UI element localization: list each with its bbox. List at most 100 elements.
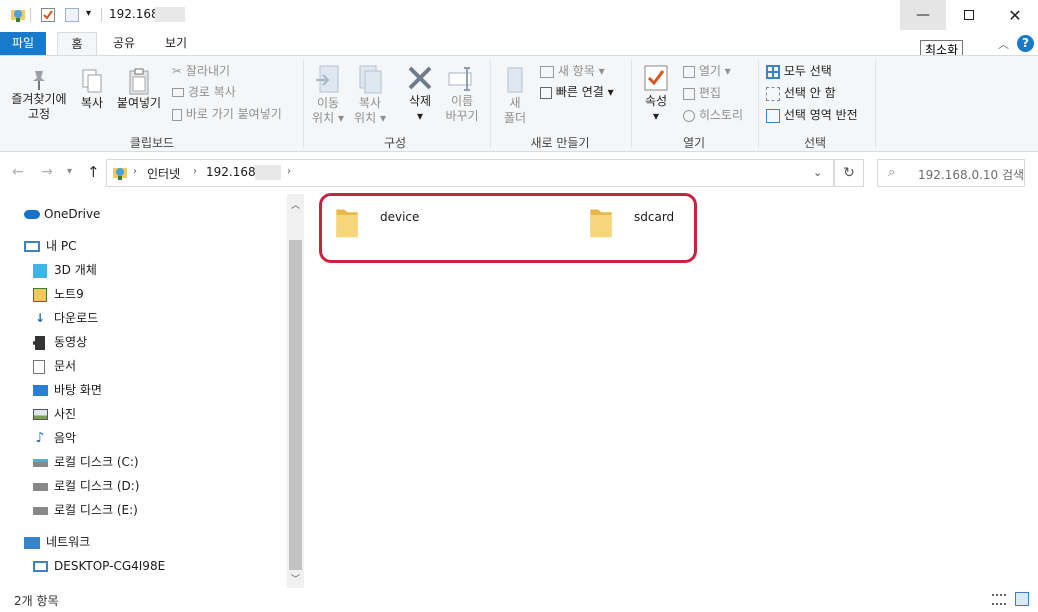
picture-icon xyxy=(33,409,48,420)
select-all-button[interactable]: 모두 선택 xyxy=(766,63,832,79)
copy-to-button[interactable]: 복사 위치 ▾ xyxy=(350,64,390,126)
help-icon[interactable]: ? xyxy=(1017,35,1034,52)
copy-path-label: 경로 복사 xyxy=(187,85,236,99)
copy-path-button[interactable]: 경로 복사 xyxy=(172,84,236,100)
folder-item-sdcard[interactable]: sdcard xyxy=(584,202,694,250)
close-button[interactable]: ✕ xyxy=(992,0,1038,30)
nav-item-drive-d[interactable]: 로컬 디스크 (D:) xyxy=(33,475,139,497)
divider xyxy=(101,8,102,22)
nav-pane-scrollbar[interactable]: ︿ ﹀ xyxy=(287,194,304,588)
nav-item-drive-c[interactable]: 로컬 디스크 (C:) xyxy=(33,451,139,473)
invert-selection-button[interactable]: 선택 영역 반전 xyxy=(766,107,858,123)
maximize-icon xyxy=(964,10,974,20)
move-to-label-2: 위치 ▾ xyxy=(312,111,344,125)
select-none-label: 선택 안 함 xyxy=(783,86,836,100)
paste-shortcut-label: 바로 가기 붙여넣기 xyxy=(185,107,282,121)
breadcrumb-separator-icon[interactable]: › xyxy=(133,166,137,177)
tab-share[interactable]: 공유 xyxy=(104,32,144,55)
nav-item-drive-e[interactable]: 로컬 디스크 (E:) xyxy=(33,499,138,521)
search-box[interactable]: ⌕ 192.168.0.10 검색 xyxy=(877,159,1025,187)
delete-dropdown-icon[interactable]: ▾ xyxy=(400,109,440,124)
copy-to-label-2: 위치 ▾ xyxy=(354,111,386,125)
easy-access-button[interactable]: 빠른 연결 ▾ xyxy=(540,84,614,100)
properties-check-icon[interactable] xyxy=(40,7,56,23)
nav-item-note9[interactable]: 노트9 xyxy=(33,283,84,305)
address-bar[interactable]: › 인터넷 › 192.168. › ⌄ xyxy=(106,159,834,187)
paste-button[interactable]: 붙여넣기 xyxy=(112,68,166,111)
large-icons-view-icon[interactable] xyxy=(1015,592,1029,606)
nav-label: 로컬 디스크 (C:) xyxy=(54,455,139,469)
nav-item-3d-objects[interactable]: 3D 개체 xyxy=(33,259,97,281)
tab-file[interactable]: 파일 xyxy=(0,32,46,55)
scroll-down-icon[interactable]: ﹀ xyxy=(291,572,300,585)
nav-item-music[interactable]: ♪ 음악 xyxy=(33,427,77,449)
history-label: 히스토리 xyxy=(698,108,743,122)
invert-selection-icon xyxy=(766,108,780,123)
redacted-block xyxy=(155,7,185,22)
cloud-icon xyxy=(24,210,40,219)
tab-home[interactable]: 홈 xyxy=(57,32,97,55)
customize-toolbar-chevron-icon[interactable]: ▾ xyxy=(86,8,91,19)
group-separator xyxy=(303,60,304,148)
tab-view[interactable]: 보기 xyxy=(156,32,196,55)
nav-item-desktop-pc[interactable]: DESKTOP-CG4I98E xyxy=(33,555,165,577)
copy-button[interactable]: 복사 xyxy=(74,68,110,111)
nav-label: 3D 개체 xyxy=(54,263,97,277)
select-none-button[interactable]: 선택 안 함 xyxy=(766,85,836,101)
copy-to-icon xyxy=(359,65,382,94)
title-bar: ▾ 192.168. — ✕ xyxy=(0,0,1038,32)
nav-item-onedrive[interactable]: OneDrive xyxy=(24,203,100,225)
collapse-ribbon-icon[interactable]: ︿ xyxy=(998,36,1009,52)
refresh-icon: ↻ xyxy=(843,165,855,181)
nav-item-network[interactable]: 네트워크 xyxy=(24,531,90,553)
rename-button[interactable]: 이름 바꾸기 xyxy=(442,64,482,124)
cut-button[interactable]: ✂ 잘라내기 xyxy=(172,63,230,79)
delete-label: 삭제 xyxy=(408,94,432,108)
breadcrumb-separator-icon[interactable]: › xyxy=(193,166,197,177)
new-folder-icon[interactable] xyxy=(64,7,80,23)
pin-quick-access-button[interactable]: 즐겨찾기에 고정 xyxy=(6,68,72,122)
scrollbar-thumb[interactable] xyxy=(289,240,302,570)
nav-item-videos[interactable]: 동영상 xyxy=(33,331,87,353)
move-to-button[interactable]: 이동 위치 ▾ xyxy=(310,64,346,126)
search-placeholder[interactable]: 192.168.0.10 검색 xyxy=(918,166,1024,183)
properties-button[interactable]: 속성 ▾ xyxy=(638,64,674,124)
breadcrumb-internet[interactable]: 인터넷 xyxy=(147,165,180,182)
address-history-chevron-icon[interactable]: ⌄ xyxy=(813,166,822,179)
refresh-button[interactable]: ↻ xyxy=(834,159,864,187)
nav-item-downloads[interactable]: ↓ 다운로드 xyxy=(33,307,98,329)
up-arrow-icon[interactable]: ↑ xyxy=(87,163,100,181)
nav-item-desktop[interactable]: 바탕 화면 xyxy=(33,379,102,401)
nav-item-documents[interactable]: 문서 xyxy=(33,355,76,377)
forward-arrow-icon[interactable]: → xyxy=(41,164,53,180)
folder-item-device[interactable]: device xyxy=(330,202,440,250)
clipboard-group-label: 클립보드 xyxy=(129,136,175,150)
recent-locations-chevron-icon[interactable]: ▾ xyxy=(67,166,72,177)
properties-dropdown-icon[interactable]: ▾ xyxy=(638,109,674,124)
nav-item-pictures[interactable]: 사진 xyxy=(33,403,76,425)
breadcrumb-separator-icon[interactable]: › xyxy=(287,166,291,177)
new-folder-button[interactable]: 새 폴더 xyxy=(498,64,532,126)
search-icon: ⌕ xyxy=(888,165,896,180)
breadcrumb-host[interactable]: 192.168. xyxy=(206,165,259,179)
paste-shortcut-button[interactable]: 바로 가기 붙여넣기 xyxy=(172,106,282,122)
minimize-button[interactable]: — xyxy=(900,0,946,30)
edit-button[interactable]: 편집 xyxy=(683,85,721,101)
nav-label: 내 PC xyxy=(46,239,77,253)
document-icon xyxy=(33,359,45,374)
drive-icon xyxy=(33,506,48,515)
nav-label: 음악 xyxy=(54,431,77,445)
details-view-icon[interactable] xyxy=(992,594,1006,605)
delete-button[interactable]: 삭제 ▾ xyxy=(400,64,440,124)
close-icon: ✕ xyxy=(1008,5,1022,25)
maximize-button[interactable] xyxy=(946,0,992,30)
drive-icon xyxy=(33,458,48,467)
new-item-button[interactable]: 새 항목 ▾ xyxy=(540,63,605,79)
history-button[interactable]: 히스토리 xyxy=(683,107,743,123)
scroll-up-icon[interactable]: ︿ xyxy=(291,198,300,211)
open-button[interactable]: 열기 ▾ xyxy=(683,63,731,79)
nav-item-this-pc[interactable]: 내 PC xyxy=(24,235,76,257)
copy-to-label-1: 복사 xyxy=(358,96,382,110)
back-arrow-icon[interactable]: ← xyxy=(12,164,24,180)
paste-icon xyxy=(129,68,149,95)
